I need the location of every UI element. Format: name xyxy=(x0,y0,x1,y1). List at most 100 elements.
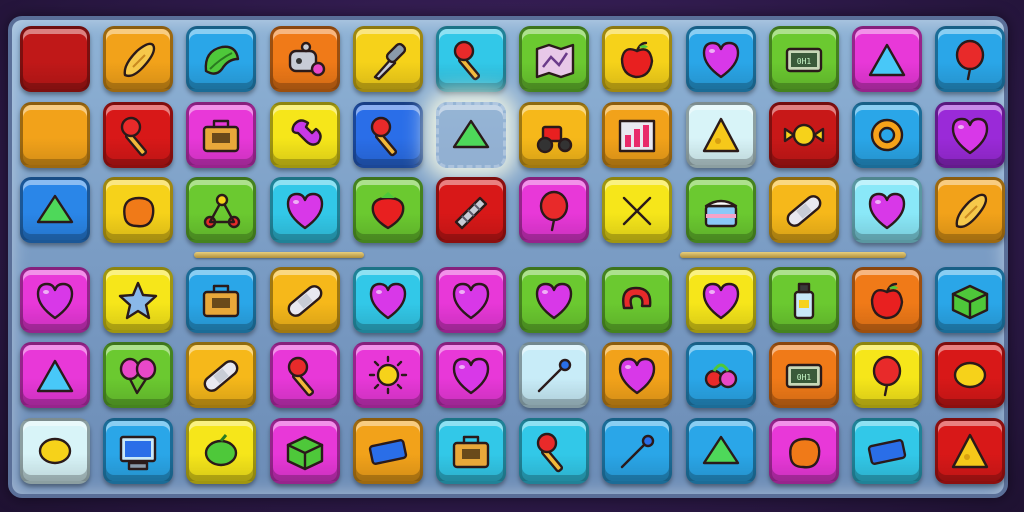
tile[interactable] xyxy=(436,418,506,484)
tile[interactable] xyxy=(852,418,922,484)
tile-grid: 0H1 0H1 xyxy=(12,20,1006,494)
tile[interactable] xyxy=(186,101,257,168)
tile[interactable] xyxy=(186,26,257,92)
tile[interactable] xyxy=(519,101,590,168)
screwdriver-icon xyxy=(373,42,406,81)
heart-icon xyxy=(452,358,490,395)
tile[interactable] xyxy=(935,266,1006,333)
tile[interactable] xyxy=(103,266,174,333)
gem-icon xyxy=(452,119,490,148)
tile[interactable] xyxy=(352,26,423,92)
tile[interactable] xyxy=(685,266,756,333)
tile[interactable] xyxy=(436,266,506,333)
tile[interactable] xyxy=(269,266,340,333)
tile[interactable] xyxy=(436,177,506,244)
heart-icon xyxy=(535,282,573,319)
tile[interactable] xyxy=(269,101,340,168)
tile[interactable] xyxy=(602,342,673,409)
tile[interactable] xyxy=(103,26,174,92)
tile[interactable] xyxy=(352,177,423,244)
tile[interactable] xyxy=(519,342,590,409)
tile[interactable] xyxy=(352,418,423,484)
tile[interactable] xyxy=(269,342,340,409)
tile[interactable] xyxy=(352,342,423,409)
tile[interactable] xyxy=(685,342,756,409)
sign-icon: 0H1 xyxy=(785,47,822,73)
tile[interactable] xyxy=(768,266,839,333)
tile[interactable] xyxy=(852,26,922,92)
ring-icon xyxy=(870,118,904,151)
tile[interactable] xyxy=(852,266,922,333)
tile[interactable] xyxy=(602,177,673,244)
tile[interactable] xyxy=(768,177,839,244)
triangle-icon xyxy=(868,43,906,77)
tile[interactable] xyxy=(186,266,257,333)
tile[interactable] xyxy=(935,418,1006,484)
tile[interactable] xyxy=(602,418,673,484)
tile[interactable] xyxy=(436,26,506,92)
bandage-icon xyxy=(786,195,822,228)
wrench-icon xyxy=(291,118,322,146)
star-icon xyxy=(118,281,158,319)
tile[interactable] xyxy=(768,418,839,484)
tile[interactable] xyxy=(269,26,340,92)
tile[interactable] xyxy=(852,101,922,168)
tile[interactable] xyxy=(602,101,673,168)
cheese-icon xyxy=(951,433,989,469)
bandage-icon xyxy=(287,284,322,317)
tile[interactable] xyxy=(20,418,90,484)
tile[interactable] xyxy=(269,418,340,484)
tile[interactable] xyxy=(519,177,590,244)
tile[interactable] xyxy=(685,101,756,168)
tile[interactable] xyxy=(935,26,1006,92)
tile[interactable] xyxy=(685,177,756,244)
tile[interactable] xyxy=(935,177,1006,244)
tile[interactable] xyxy=(269,177,340,244)
tile[interactable] xyxy=(852,177,922,244)
tile[interactable] xyxy=(186,342,257,409)
tile[interactable] xyxy=(20,177,90,244)
tile[interactable] xyxy=(103,342,174,409)
box-icon xyxy=(951,284,989,319)
tile[interactable] xyxy=(768,101,839,168)
tile[interactable] xyxy=(685,418,756,484)
tile[interactable] xyxy=(436,101,506,168)
tile[interactable] xyxy=(519,266,590,333)
triangle-icon xyxy=(36,360,74,393)
box-icon xyxy=(286,435,323,471)
briefcase-icon xyxy=(452,435,490,469)
tile[interactable] xyxy=(20,266,90,333)
tile[interactable] xyxy=(103,177,174,244)
tile[interactable] xyxy=(20,26,90,92)
heart-icon xyxy=(36,282,74,319)
tile[interactable] xyxy=(602,266,673,333)
tile[interactable] xyxy=(602,26,673,92)
heart-icon xyxy=(452,282,490,319)
svg-text:0H1: 0H1 xyxy=(797,373,812,382)
tile[interactable] xyxy=(519,26,590,92)
balloon-icon xyxy=(539,190,569,232)
tile[interactable] xyxy=(20,101,90,168)
heart-icon xyxy=(286,192,323,230)
tile[interactable] xyxy=(935,101,1006,168)
pin-icon xyxy=(537,359,572,393)
tile[interactable] xyxy=(103,101,174,168)
tile[interactable] xyxy=(852,342,922,409)
tile[interactable] xyxy=(186,418,257,484)
pulley-icon xyxy=(204,193,241,229)
tile[interactable] xyxy=(685,26,756,92)
tile[interactable] xyxy=(352,266,423,333)
tile[interactable] xyxy=(20,342,90,409)
tile[interactable] xyxy=(186,177,257,244)
sign-icon: 0H1 xyxy=(785,364,822,389)
hammer-icon xyxy=(453,40,481,81)
tile[interactable] xyxy=(352,101,423,168)
tile[interactable] xyxy=(436,342,506,409)
tile[interactable]: 0H1 xyxy=(768,26,839,92)
robot-icon xyxy=(288,41,325,77)
tile[interactable] xyxy=(519,418,590,484)
tile[interactable] xyxy=(935,342,1006,409)
tile[interactable] xyxy=(103,418,174,484)
tile[interactable]: 0H1 xyxy=(768,342,839,409)
bread-icon xyxy=(955,193,988,229)
